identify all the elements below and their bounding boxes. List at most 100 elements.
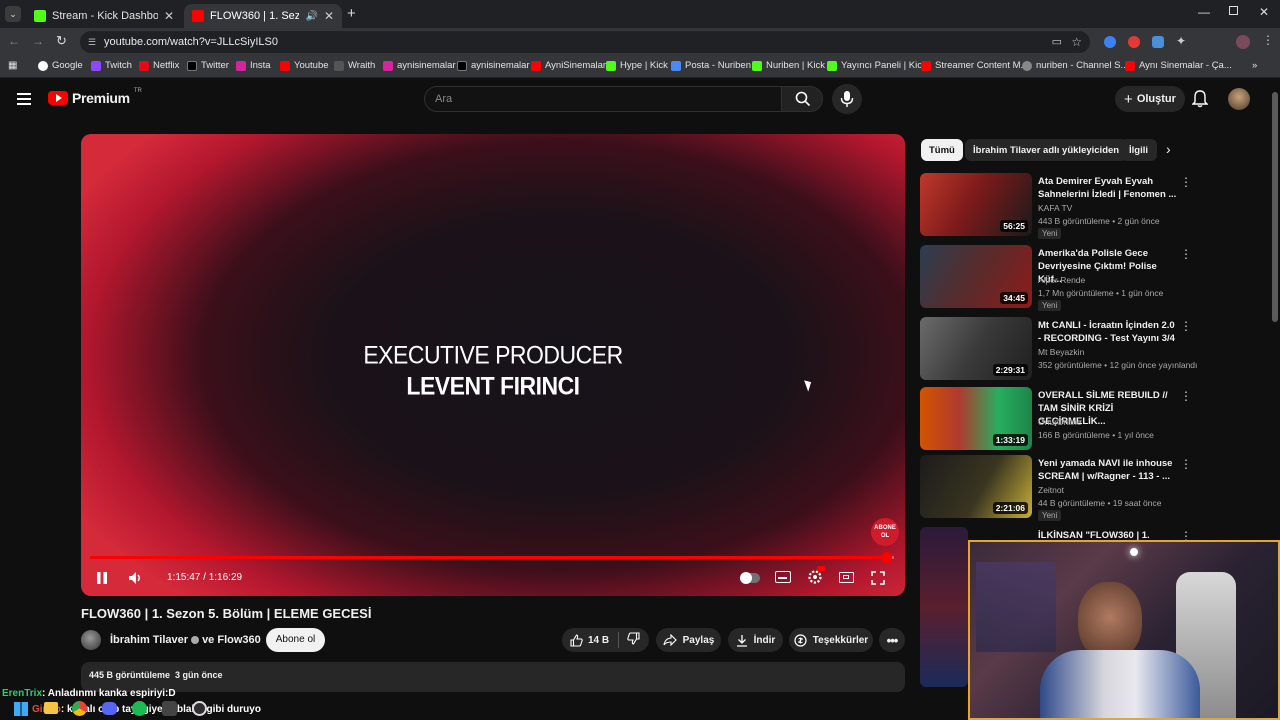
volume-button[interactable] <box>128 571 144 590</box>
bookmark-google[interactable]: Google <box>38 60 83 71</box>
close-tab-icon[interactable]: ✕ <box>164 9 174 23</box>
channel-names[interactable]: İbrahim Tilaver ve Flow360 <box>110 634 261 646</box>
close-window-button[interactable]: ✕ <box>1259 5 1269 19</box>
youtube-premium-logo[interactable]: Premium TR <box>48 88 142 106</box>
back-button[interactable]: ← <box>8 34 20 48</box>
autoplay-toggle[interactable] <box>740 572 760 584</box>
file-explorer-icon[interactable] <box>44 702 58 714</box>
more-vertical-icon[interactable]: ⋮ <box>1180 247 1192 261</box>
recommendation-item[interactable]: 2:21:06 Yeni yamada NAVI ile inhouse SCR… <box>920 455 1192 521</box>
recommendation-item[interactable]: 34:45 Amerika'da Polisle Gece Devriyesin… <box>920 245 1192 311</box>
subtitles-button[interactable] <box>775 571 791 583</box>
bookmark-yayinci-paneli[interactable]: Yayıncı Paneli | Kick <box>827 60 927 71</box>
chips-next-chevron-icon[interactable]: › <box>1166 141 1171 157</box>
settings-button[interactable] <box>807 566 825 590</box>
bookmark-ayni-sinemalar[interactable]: Aynı Sinemalar - Ça... <box>1125 60 1232 71</box>
like-button[interactable]: 14 B <box>570 633 618 647</box>
progress-scrubber[interactable] <box>881 552 892 563</box>
rec-channel[interactable]: Zeitnot <box>1038 485 1064 495</box>
bookmark-hype-kick[interactable]: Hype | Kick <box>606 60 668 71</box>
recommendation-item[interactable]: 2:29:31 Mt CANLI - İcraatın İçinden 2.0 … <box>920 317 1197 383</box>
cast-icon[interactable]: ▭ <box>1052 31 1062 53</box>
bookmark-channel-studio[interactable]: nuriben - Channel S... <box>1022 60 1128 71</box>
minimize-button[interactable]: — <box>1198 5 1210 19</box>
profile-avatar[interactable] <box>1236 35 1250 49</box>
spotify-icon[interactable] <box>132 701 147 716</box>
browser-menu-icon[interactable]: ⋮ <box>1262 33 1274 47</box>
more-bookmarks-icon[interactable]: » <box>1252 60 1257 71</box>
search-input[interactable]: Ara <box>424 86 782 112</box>
extension-icon[interactable] <box>1128 36 1140 48</box>
close-tab-icon[interactable]: ✕ <box>324 9 334 23</box>
site-info-icon[interactable]: ☰ <box>88 31 96 53</box>
rec-title[interactable]: Mt CANLI - İcraatın İçinden 2.0 - RECORD… <box>1038 319 1178 345</box>
video-thumbnail[interactable]: 2:29:31 <box>920 317 1032 380</box>
maximize-button[interactable] <box>1229 6 1238 15</box>
dislike-button[interactable] <box>627 632 640 648</box>
bookmark-aynisinemalar-insta[interactable]: aynisinemalar <box>383 60 456 71</box>
rec-channel[interactable]: Mt Beyazkin <box>1038 347 1084 357</box>
video-thumbnail[interactable]: 56:25 <box>920 173 1032 236</box>
pause-button[interactable] <box>95 571 109 585</box>
video-thumbnail[interactable]: 2:21:06 <box>920 455 1032 518</box>
tab-youtube-video[interactable]: FLOW360 | 1. Sezon 5. Bölüm 🔊 ✕ <box>184 4 342 28</box>
hamburger-menu-icon[interactable] <box>17 93 31 105</box>
app-icon[interactable] <box>162 701 177 716</box>
more-vertical-icon[interactable]: ⋮ <box>1180 457 1192 471</box>
bookmark-insta[interactable]: Insta <box>236 60 271 71</box>
chrome-icon[interactable] <box>72 701 87 716</box>
extensions-puzzle-icon[interactable]: ✦ <box>1176 34 1186 48</box>
speaker-icon[interactable]: 🔊 <box>305 11 317 22</box>
chip-all[interactable]: Tümü <box>921 139 963 161</box>
channel-joiner[interactable]: ve Flow360 <box>202 634 261 646</box>
more-actions-button[interactable]: ••• <box>879 628 905 652</box>
channel-name[interactable]: İbrahim Tilaver <box>110 634 188 646</box>
bookmark-netflix[interactable]: Netflix <box>139 60 179 71</box>
recommendation-item[interactable]: 1:33:19 OVERALL SİLME REBUILD // TAM SİN… <box>920 387 1192 453</box>
account-avatar[interactable] <box>1228 88 1250 110</box>
recommendation-item[interactable]: 56:25 Ata Demirer Eyvah Eyvah Sahnelerin… <box>920 173 1192 239</box>
extension-icon[interactable] <box>1152 36 1164 48</box>
rec-channel[interactable]: OnurOnline <box>1038 417 1081 427</box>
channel-avatar[interactable] <box>81 630 101 650</box>
more-vertical-icon[interactable]: ⋮ <box>1180 389 1192 403</box>
extension-icon[interactable] <box>1104 36 1116 48</box>
rec-channel[interactable]: KAFA TV <box>1038 203 1072 213</box>
obs-icon[interactable] <box>192 701 207 716</box>
more-vertical-icon[interactable]: ⋮ <box>1180 175 1192 189</box>
subscribe-button[interactable]: Abone ol <box>266 628 325 652</box>
apps-grid-icon[interactable]: ▦ <box>8 60 17 71</box>
video-player[interactable]: EXECUTIVE PRODUCER LEVENT FIRINCI ABONE … <box>81 134 905 596</box>
bookmark-twitter[interactable]: Twitter <box>187 60 229 71</box>
download-button[interactable]: İndir <box>728 628 783 652</box>
bookmark-star-icon[interactable]: ☆ <box>1071 31 1082 53</box>
thanks-button[interactable]: Teşekkürler <box>789 628 873 652</box>
discord-icon[interactable] <box>102 702 117 715</box>
bookmark-wraith[interactable]: Wraith <box>334 60 375 71</box>
chip-related[interactable]: İlgili <box>1121 139 1157 161</box>
create-button[interactable]: + Oluştur <box>1115 86 1185 112</box>
progress-bar[interactable] <box>90 552 894 563</box>
tab-kick-dashboard[interactable]: Stream - Kick Dashboard ✕ <box>26 4 182 28</box>
notifications-bell-icon[interactable] <box>1191 90 1209 113</box>
subscribe-watermark[interactable]: ABONE OL <box>871 518 899 546</box>
rec-channel[interactable]: Alper Rende <box>1038 275 1085 285</box>
bookmark-posta[interactable]: Posta - Nuriben <box>671 60 751 71</box>
video-thumbnail[interactable]: 34:45 <box>920 245 1032 308</box>
address-input[interactable]: ☰ youtube.com/watch?v=JLLcSiyILS0 ▭ ☆ <box>80 31 1090 53</box>
reload-button[interactable]: ↻ <box>56 33 67 49</box>
rec-title[interactable]: Ata Demirer Eyvah Eyvah Sahnelerini İzle… <box>1038 175 1178 201</box>
new-tab-button[interactable]: + <box>347 5 356 22</box>
chip-from-uploader[interactable]: İbrahim Tilaver adlı yükleyiciden <box>965 139 1128 161</box>
forward-button[interactable]: → <box>32 34 44 48</box>
share-button[interactable]: Paylaş <box>656 628 721 652</box>
voice-search-button[interactable] <box>832 84 862 114</box>
fullscreen-button[interactable] <box>871 571 885 590</box>
bookmark-youtube[interactable]: Youtube <box>280 60 329 71</box>
bookmark-twitch[interactable]: Twitch <box>91 60 132 71</box>
bookmark-nuriben-kick[interactable]: Nuriben | Kick <box>752 60 825 71</box>
rec-title[interactable]: Yeni yamada NAVI ile inhouse SCREAM | w/… <box>1038 457 1178 483</box>
page-scrollbar[interactable] <box>1272 92 1278 322</box>
tab-search-menu-icon[interactable]: ⌄ <box>5 6 21 22</box>
bookmark-aynisinemalar-x[interactable]: aynisinemalar <box>457 60 530 71</box>
